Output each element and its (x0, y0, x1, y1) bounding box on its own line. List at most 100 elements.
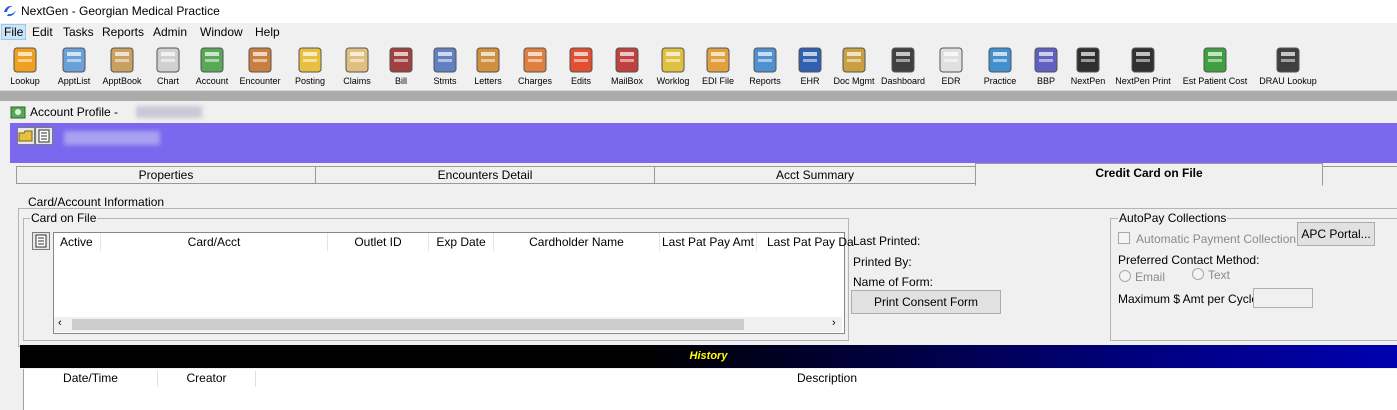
toolbar-button-doc-mgmt[interactable]: Doc Mgmt (832, 42, 876, 90)
col-date-time[interactable]: Date/Time (24, 371, 158, 387)
toolbar-button-est-patient-cost[interactable]: Est Patient Cost (1176, 42, 1254, 90)
text-radio[interactable] (1192, 268, 1204, 280)
toolbar-button-nextpen[interactable]: NextPen (1067, 42, 1109, 90)
email-radio[interactable] (1119, 270, 1131, 282)
toolbar-label: Dashboard (880, 76, 926, 86)
toolbar-button-encounter[interactable]: Encounter (236, 42, 284, 90)
apc-portal-button[interactable]: APC Portal... (1297, 222, 1375, 246)
toolbar-button-practice[interactable]: Practice (975, 42, 1025, 90)
toolbar-button-worklog[interactable]: Worklog (651, 42, 695, 90)
title-bar: NextGen - Georgian Medical Practice (0, 0, 1397, 23)
toolbar-label: Est Patient Cost (1182, 76, 1248, 86)
toolbar-button-nextpen-print[interactable]: NextPen Print (1112, 42, 1174, 90)
toolbar-button-appt-list[interactable]: ApptList (52, 42, 96, 90)
toolbar-label: Encounter (239, 76, 281, 86)
toolbar-label: MailBox (610, 76, 643, 86)
toolbar-button-edr[interactable]: EDR (931, 42, 971, 90)
toolbar-label: Worklog (656, 76, 690, 86)
toolbar-button-account[interactable]: Account (190, 42, 234, 90)
col-creator[interactable]: Creator (158, 371, 256, 387)
toolbar-button-reports[interactable]: Reports (742, 42, 788, 90)
toolbar-label: Reports (749, 76, 781, 86)
tab-more[interactable] (1322, 166, 1397, 184)
toolbar-label: Chart (156, 76, 179, 86)
toolbar-label: Lookup (10, 76, 40, 86)
appt-book-icon (110, 47, 134, 73)
toolbar-label: BBP (1036, 76, 1055, 86)
reports-icon (753, 47, 777, 73)
toolbar-button-bill[interactable]: Bill (380, 42, 422, 90)
est-patient-cost-icon (1203, 47, 1227, 73)
scroll-left-icon[interactable]: ‹ (58, 317, 62, 329)
statements-icon (433, 47, 457, 73)
max-amount-label: Maximum $ Amt per Cycle: (1118, 292, 1262, 306)
section-title: Card/Account Information (28, 195, 165, 209)
redacted-account-info (64, 131, 160, 145)
menu-window[interactable]: Window (198, 25, 245, 39)
auto-payment-collection-checkbox[interactable] (1118, 232, 1130, 244)
open-folder-icon[interactable] (17, 127, 35, 145)
toolbar-button-dashboard[interactable]: Dashboard (878, 42, 928, 90)
toolbar-button-drau-lookup[interactable]: DRAU Lookup (1257, 42, 1319, 90)
account-header (10, 123, 1397, 163)
history-table[interactable]: Date/Time Creator Description (23, 369, 1397, 410)
letters-icon (476, 47, 500, 73)
menu-edit[interactable]: Edit (30, 25, 55, 39)
col-active[interactable]: Active (54, 233, 101, 251)
menu-tasks[interactable]: Tasks (61, 25, 96, 39)
print-consent-form-button[interactable]: Print Consent Form (851, 290, 1001, 314)
card-notes-icon[interactable] (32, 232, 50, 250)
mdi-background (0, 91, 1397, 101)
window-title: Account Profile - (30, 105, 119, 119)
toolbar-button-lookup[interactable]: Lookup (0, 42, 50, 90)
toolbar-label: NextPen Print (1115, 76, 1171, 86)
chart-icon (156, 47, 180, 73)
notes-icon[interactable] (35, 127, 53, 145)
toolbar: Lookup ApptList ApptBook Chart Account Encoun… (0, 42, 1397, 91)
menu-help[interactable]: Help (253, 25, 282, 39)
tab-acct-summary[interactable]: Acct Summary (654, 166, 976, 184)
toolbar-button-statements[interactable]: Stmts (425, 42, 465, 90)
menu-admin[interactable]: Admin (151, 25, 189, 39)
col-last-pat-pay-amt[interactable]: Last Pat Pay Amt (660, 233, 757, 251)
col-card-acct[interactable]: Card/Acct (101, 233, 328, 251)
tab-credit-card-on-file[interactable]: Credit Card on File (975, 163, 1323, 186)
text-label: Text (1208, 268, 1231, 282)
nextpen-icon (1076, 47, 1100, 73)
preferred-contact-label: Preferred Contact Method: (1118, 253, 1260, 267)
toolbar-button-appt-book[interactable]: ApptBook (97, 42, 147, 90)
nextgen-logo-icon (4, 5, 16, 17)
auto-payment-collection-label: Automatic Payment Collection (1136, 232, 1297, 246)
toolbar-label: Account (195, 76, 229, 86)
toolbar-button-edi-file[interactable]: EDI File (697, 42, 739, 90)
scrollbar-thumb[interactable] (72, 319, 744, 330)
col-description[interactable]: Description (256, 371, 1397, 387)
toolbar-button-chart[interactable]: Chart (148, 42, 188, 90)
col-last-pat-pay-date[interactable]: Last Pat Pay Da (757, 233, 854, 251)
horizontal-scrollbar[interactable]: ‹ › (54, 317, 842, 332)
toolbar-button-mailbox[interactable]: MailBox (605, 42, 649, 90)
toolbar-label: Edits (570, 76, 591, 86)
bill-icon (389, 47, 413, 73)
tab-encounters-detail[interactable]: Encounters Detail (315, 166, 655, 184)
claims-icon (345, 47, 369, 73)
col-exp-date[interactable]: Exp Date (429, 233, 494, 251)
toolbar-button-ehr[interactable]: EHR (791, 42, 829, 90)
toolbar-button-claims[interactable]: Claims (336, 42, 378, 90)
col-outlet-id[interactable]: Outlet ID (328, 233, 429, 251)
toolbar-button-bbp[interactable]: BBP (1027, 42, 1065, 90)
edits-icon (569, 47, 593, 73)
scroll-right-icon[interactable]: › (832, 317, 836, 329)
col-cardholder-name[interactable]: Cardholder Name (494, 233, 660, 251)
tab-properties[interactable]: Properties (16, 166, 316, 184)
toolbar-button-posting[interactable]: Posting (285, 42, 335, 90)
max-amount-field[interactable] (1253, 288, 1313, 308)
toolbar-button-letters[interactable]: Letters (467, 42, 509, 90)
toolbar-button-edits[interactable]: Edits (561, 42, 601, 90)
menu-reports[interactable]: Reports (100, 25, 146, 39)
app-title: NextGen - Georgian Medical Practice (21, 4, 220, 18)
toolbar-button-charges[interactable]: Charges (511, 42, 559, 90)
menu-file[interactable]: File (1, 24, 27, 40)
name-of-form-label: Name of Form: (853, 275, 934, 289)
autopay-legend: AutoPay Collections (1118, 211, 1228, 225)
